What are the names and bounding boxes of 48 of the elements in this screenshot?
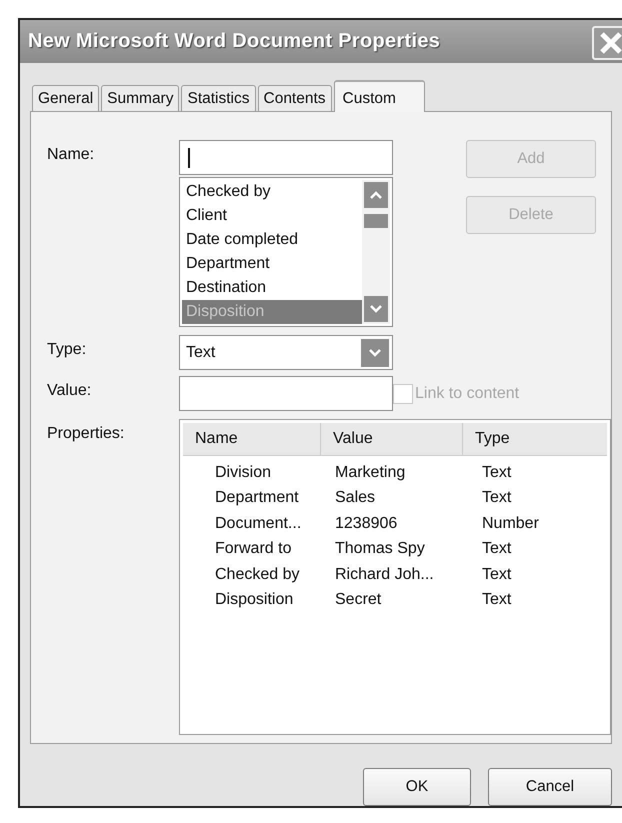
table-cell-text: Checked by [214,566,300,584]
column-header[interactable]: Value [321,423,463,456]
table-cell-text: Text [481,540,512,558]
table-cell-text: Text [481,591,512,610]
list-item[interactable]: Client [182,204,362,228]
table-cell-text: Document... [214,514,302,533]
name-list[interactable]: Checked by Client Date completed Department Destination Disposition [179,177,393,328]
value-field[interactable] [179,376,393,412]
table-cell-text: Text [481,566,512,584]
column-header[interactable]: Type [463,423,607,456]
table-cell-text: Number [481,514,540,533]
table-cell-text: Forward to [214,540,292,558]
table-cell-text: Division [214,464,272,482]
table-cell-text: Thomas Spy [334,540,426,558]
table-cell-text: Disposition [214,591,294,610]
table-cell-text: Sales [334,489,376,508]
table-cell-text: Text [481,464,512,482]
table-cell-text: Secret [334,591,382,610]
table-cell-text: Marketing [334,464,406,482]
list-item[interactable]: Date completed [182,228,362,252]
tab[interactable]: Custom [334,80,425,112]
properties-list[interactable]: Name Value Type Division Marketing Text Department Sales Text Document... 1238906 Number Forward to Thomas Spy Text Checked by Richard Joh... Text Disposition Secret Text [179,419,611,736]
table-cell-text: Department [214,489,300,508]
field-label: Type: [47,340,88,360]
tab[interactable]: Statistics [181,85,256,112]
name-field[interactable] [179,140,393,176]
field-label: Name: [47,145,96,166]
text-cursor [188,148,190,168]
dialog-button[interactable]: Cancel [488,768,612,806]
checkbox-label: Link to content [415,384,520,403]
type-dropdown[interactable]: Text [179,335,393,370]
field-label: Value: [47,381,92,402]
tab[interactable]: Contents [258,85,332,112]
list-item[interactable]: Destination [182,276,362,300]
table-cell-text: Text [481,489,512,508]
tab[interactable]: Summary [101,85,180,112]
list-item[interactable]: Department [182,252,362,276]
window-title: New Microsoft Word Document Properties [28,30,440,54]
column-header[interactable]: Name [183,423,321,456]
table-cell-text: Richard Joh... [334,566,435,584]
field-label: Properties: [47,424,126,444]
tab[interactable]: General [32,85,100,112]
close-icon [599,31,622,55]
table-cell-text: 1238906 [334,514,398,533]
dialog-button[interactable]: OK [363,768,471,806]
close-button[interactable] [592,26,622,60]
scrollbar[interactable] [362,180,390,324]
list-item[interactable]: Checked by [182,180,362,204]
